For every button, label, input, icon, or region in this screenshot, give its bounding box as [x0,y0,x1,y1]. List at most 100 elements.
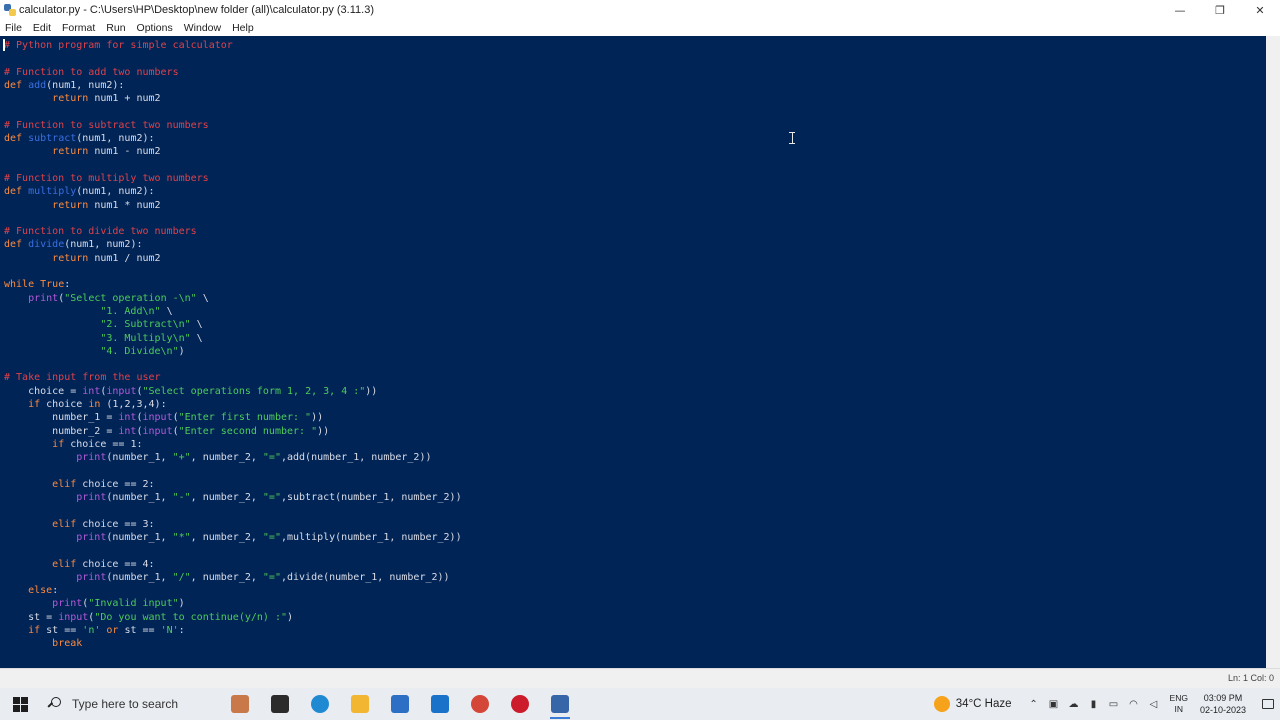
code-token: print [76,452,107,464]
maximize-button[interactable]: ❐ [1200,0,1240,20]
code-line[interactable]: if st == 'n' or st == 'N': [4,624,462,637]
code-line[interactable]: "1. Add\n" \ [4,305,462,318]
code-line[interactable]: # Function to multiply two numbers [4,172,462,185]
code-line[interactable]: # Python program for simple calculator [4,39,462,52]
taskbar-app-task-view[interactable] [260,688,300,720]
taskbar-app-cortana[interactable] [220,688,260,720]
code-line[interactable]: elif choice == 3: [4,518,462,531]
code-line[interactable]: return num1 * num2 [4,199,462,212]
code-line[interactable] [4,105,462,118]
code-line[interactable]: else: [4,584,462,597]
code-line[interactable]: "4. Divide\n") [4,345,462,358]
code-line[interactable]: print("Invalid input") [4,597,462,610]
code-line[interactable]: "2. Subtract\n" \ [4,318,462,331]
code-line[interactable]: print(number_1, "*", number_2, "=",multi… [4,531,461,544]
menu-run[interactable]: Run [105,22,126,34]
code-line[interactable]: if choice == 1: [4,438,462,451]
menu-window[interactable]: Window [183,22,222,34]
code-content[interactable]: # Python program for simple calculator #… [4,39,462,651]
code-token: ) [178,598,185,610]
code-token: return [52,252,89,264]
code-token: ,add(number_1, number_2)) [280,452,432,464]
notification-icon [1262,699,1274,709]
code-line[interactable]: return num1 - num2 [4,145,462,158]
system-tray: 34°C Haze ⌃ ▣ ☁ ▮ ▭ ◠ ◁ ENG IN 03:09 PM … [933,688,1280,720]
minimize-button[interactable]: — [1160,0,1200,20]
code-line[interactable]: elif choice == 2: [4,478,462,491]
code-line[interactable] [4,212,462,225]
code-line[interactable]: while True: [4,278,462,291]
taskbar-app-idle[interactable] [540,688,580,720]
close-button[interactable]: ✕ [1240,0,1280,20]
code-line[interactable]: if choice in (1,2,3,4): [4,398,462,411]
code-token: # Take input from the user [4,372,161,384]
code-line[interactable] [4,544,462,557]
code-line[interactable] [4,504,462,517]
code-line[interactable]: # Function to subtract two numbers [4,119,462,132]
code-line[interactable]: "3. Multiply\n" \ [4,332,462,345]
taskbar-search[interactable]: Type here to search [40,688,210,720]
code-token: "Enter second number: " [178,425,318,437]
wifi-icon[interactable]: ◠ [1127,697,1141,711]
menu-options[interactable]: Options [136,22,174,34]
speaker-icon[interactable]: ◁ [1147,697,1161,711]
weather-widget[interactable]: 34°C Haze [933,696,1012,712]
code-line[interactable]: choice = int(input("Select operations fo… [4,385,462,398]
start-button[interactable] [0,688,40,720]
code-line[interactable]: def subtract(num1, num2): [4,132,462,145]
code-line[interactable]: elif choice == 4: [4,558,462,571]
taskbar-app-opera[interactable] [500,688,540,720]
code-line[interactable]: # Function to add two numbers [4,66,462,79]
code-token: number_2 = [4,425,119,437]
code-line[interactable] [4,52,462,65]
code-token: ) [178,345,185,357]
code-line[interactable]: print("Select operation -\n" \ [4,292,462,305]
code-token: print [76,531,107,543]
chevron-up-icon[interactable]: ⌃ [1027,697,1041,711]
battery-icon[interactable]: ▮ [1087,697,1101,711]
code-line[interactable] [4,159,462,172]
code-line[interactable]: print(number_1, "/", number_2, "=",divid… [4,571,462,584]
code-line[interactable]: def divide(num1, num2): [4,238,462,251]
notification-center-button[interactable] [1256,688,1280,720]
code-token: "1. Add\n" [100,305,161,317]
menu-format[interactable]: Format [61,22,96,34]
menu-edit[interactable]: Edit [32,22,52,34]
code-token: return [52,199,89,211]
clock-date: 02-10-2023 [1199,705,1246,715]
code-line[interactable] [4,465,462,478]
vertical-scrollbar[interactable] [1266,36,1280,668]
code-line[interactable] [4,265,462,278]
code-line[interactable]: break [4,637,462,650]
taskbar-app-chrome[interactable] [460,688,500,720]
system-clock[interactable]: 03:09 PM 02-10-2023 [1200,692,1246,716]
code-line[interactable]: number_1 = int(input("Enter first number… [4,411,462,424]
code-line[interactable]: return num1 / num2 [4,252,462,265]
input-language[interactable]: ENG IN [1170,693,1188,715]
code-line[interactable]: def add(num1, num2): [4,79,462,92]
code-token: "Invalid input" [88,598,179,610]
code-line[interactable]: # Take input from the user [4,371,462,384]
code-line[interactable]: print(number_1, "-", number_2, "=",subtr… [4,491,461,504]
network-icon[interactable]: ▭ [1107,697,1121,711]
code-line[interactable]: # Function to divide two numbers [4,225,462,238]
taskbar-app-edge[interactable] [300,688,340,720]
taskbar-app-store[interactable] [380,688,420,720]
code-line[interactable]: print(number_1, "+", number_2, "=",add(n… [4,451,462,464]
onedrive-icon[interactable]: ☁ [1067,697,1081,711]
taskbar-app-file-explorer[interactable] [340,688,380,720]
code-editor[interactable]: # Python program for simple calculator #… [0,36,1266,668]
code-line[interactable]: st = input("Do you want to continue(y/n)… [4,611,462,624]
meet-now-icon[interactable]: ▣ [1047,697,1061,711]
code-line[interactable]: return num1 + num2 [4,92,462,105]
menu-file[interactable]: File [4,22,23,34]
code-line[interactable] [4,358,462,371]
code-line[interactable]: number_2 = int(input("Enter second numbe… [4,425,462,438]
menu-help[interactable]: Help [231,22,255,34]
taskbar-app-mail[interactable] [420,688,460,720]
code-line[interactable]: def multiply(num1, num2): [4,185,462,198]
